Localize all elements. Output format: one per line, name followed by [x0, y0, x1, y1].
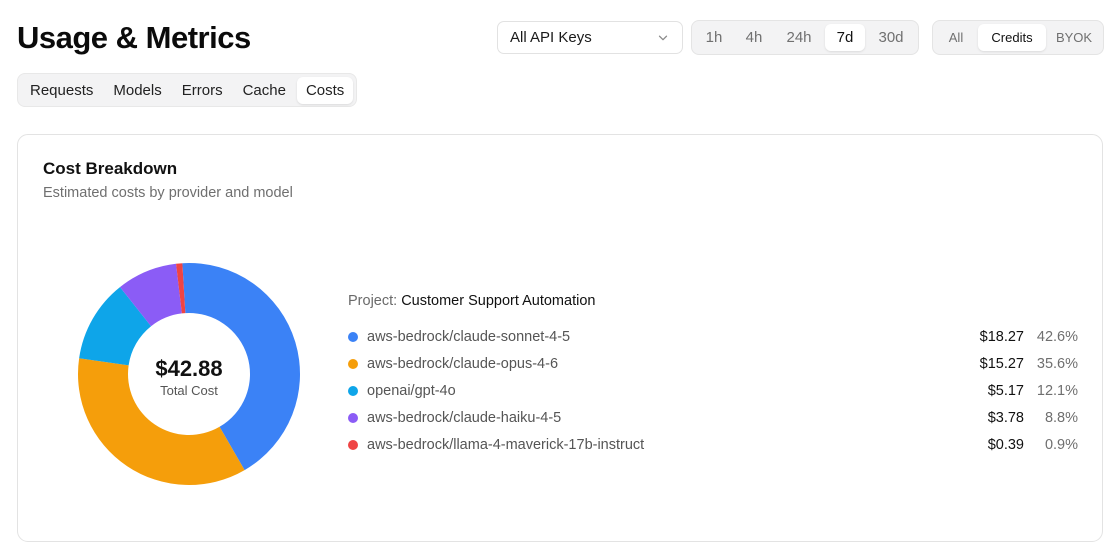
api-key-select[interactable]: All API Keys [497, 21, 683, 54]
mode-credits[interactable]: Credits [978, 24, 1046, 51]
tab-cache[interactable]: Cache [234, 77, 295, 104]
time-range-4h[interactable]: 4h [735, 24, 773, 51]
api-key-select-value: All API Keys [510, 29, 592, 46]
legend-row: aws-bedrock/llama-4-maverick-17b-instruc… [348, 431, 1081, 458]
legend-cost: $0.39 [987, 436, 1024, 453]
legend-model-name: aws-bedrock/llama-4-maverick-17b-instruc… [367, 436, 645, 453]
time-range-30d[interactable]: 30d [867, 24, 915, 51]
legend-cost: $3.78 [987, 409, 1024, 426]
total-cost-label: Total Cost [160, 383, 218, 398]
legend-percent: 0.9% [1044, 436, 1078, 453]
page-title: Usage & Metrics [17, 20, 251, 55]
legend-cost: $15.27 [979, 355, 1024, 372]
time-range-selector: 1h 4h 24h 7d 30d [691, 20, 919, 55]
card-title: Cost Breakdown [43, 159, 178, 178]
cost-donut-chart: $42.88 Total Cost [77, 263, 300, 485]
legend-row: aws-bedrock/claude-sonnet-4-5 $18.27 42.6% [348, 323, 1081, 350]
legend-model-name: openai/gpt-4o [367, 382, 456, 399]
project-label: Project: [348, 293, 398, 309]
metrics-tabs: Requests Models Errors Cache Costs [17, 73, 358, 107]
project-line: Project: Customer Support Automation [348, 293, 595, 309]
project-name: Customer Support Automation [401, 293, 596, 309]
usage-metrics-page: Usage & Metrics All API Keys 1h 4h 24h 7d 30… [0, 0, 1120, 560]
legend-cost: $5.17 [987, 382, 1024, 399]
legend-percent: 35.6% [1036, 355, 1078, 372]
tab-costs[interactable]: Costs [296, 76, 354, 104]
legend-dot [348, 358, 358, 369]
cost-breakdown-card: Cost Breakdown Estimated costs by provid… [17, 134, 1103, 542]
billing-mode-selector: All Credits BYOK [932, 20, 1104, 55]
legend-model-name: aws-bedrock/claude-opus-4-6 [367, 355, 559, 372]
tab-models[interactable]: Models [104, 77, 170, 104]
card-subtitle: Estimated costs by provider and model [43, 185, 293, 201]
mode-all[interactable]: All [936, 24, 976, 51]
tab-errors[interactable]: Errors [173, 77, 232, 104]
legend-row: aws-bedrock/claude-haiku-4-5 $3.78 8.8% [348, 404, 1081, 431]
legend-dot [348, 439, 358, 450]
legend-row: aws-bedrock/claude-opus-4-6 $15.27 35.6% [348, 350, 1081, 377]
legend-dot [348, 385, 358, 396]
legend-row: openai/gpt-4o $5.17 12.1% [348, 377, 1081, 404]
legend-percent: 42.6% [1036, 328, 1078, 345]
time-range-24h[interactable]: 24h [775, 24, 823, 51]
tab-requests[interactable]: Requests [21, 77, 102, 104]
mode-byok[interactable]: BYOK [1048, 24, 1100, 51]
legend-model-name: aws-bedrock/claude-sonnet-4-5 [367, 328, 571, 345]
legend-dot [348, 331, 358, 342]
legend-percent: 12.1% [1036, 382, 1078, 399]
cost-legend: aws-bedrock/claude-sonnet-4-5 $18.27 42.6%… [348, 323, 1081, 458]
legend-dot [348, 412, 358, 423]
legend-model-name: aws-bedrock/claude-haiku-4-5 [367, 409, 562, 426]
legend-cost: $18.27 [979, 328, 1024, 345]
chevron-down-icon [658, 35, 668, 41]
time-range-7d[interactable]: 7d [825, 24, 865, 51]
legend-percent: 8.8% [1044, 409, 1078, 426]
total-cost-value: $42.88 [155, 356, 222, 381]
time-range-1h[interactable]: 1h [695, 24, 733, 51]
